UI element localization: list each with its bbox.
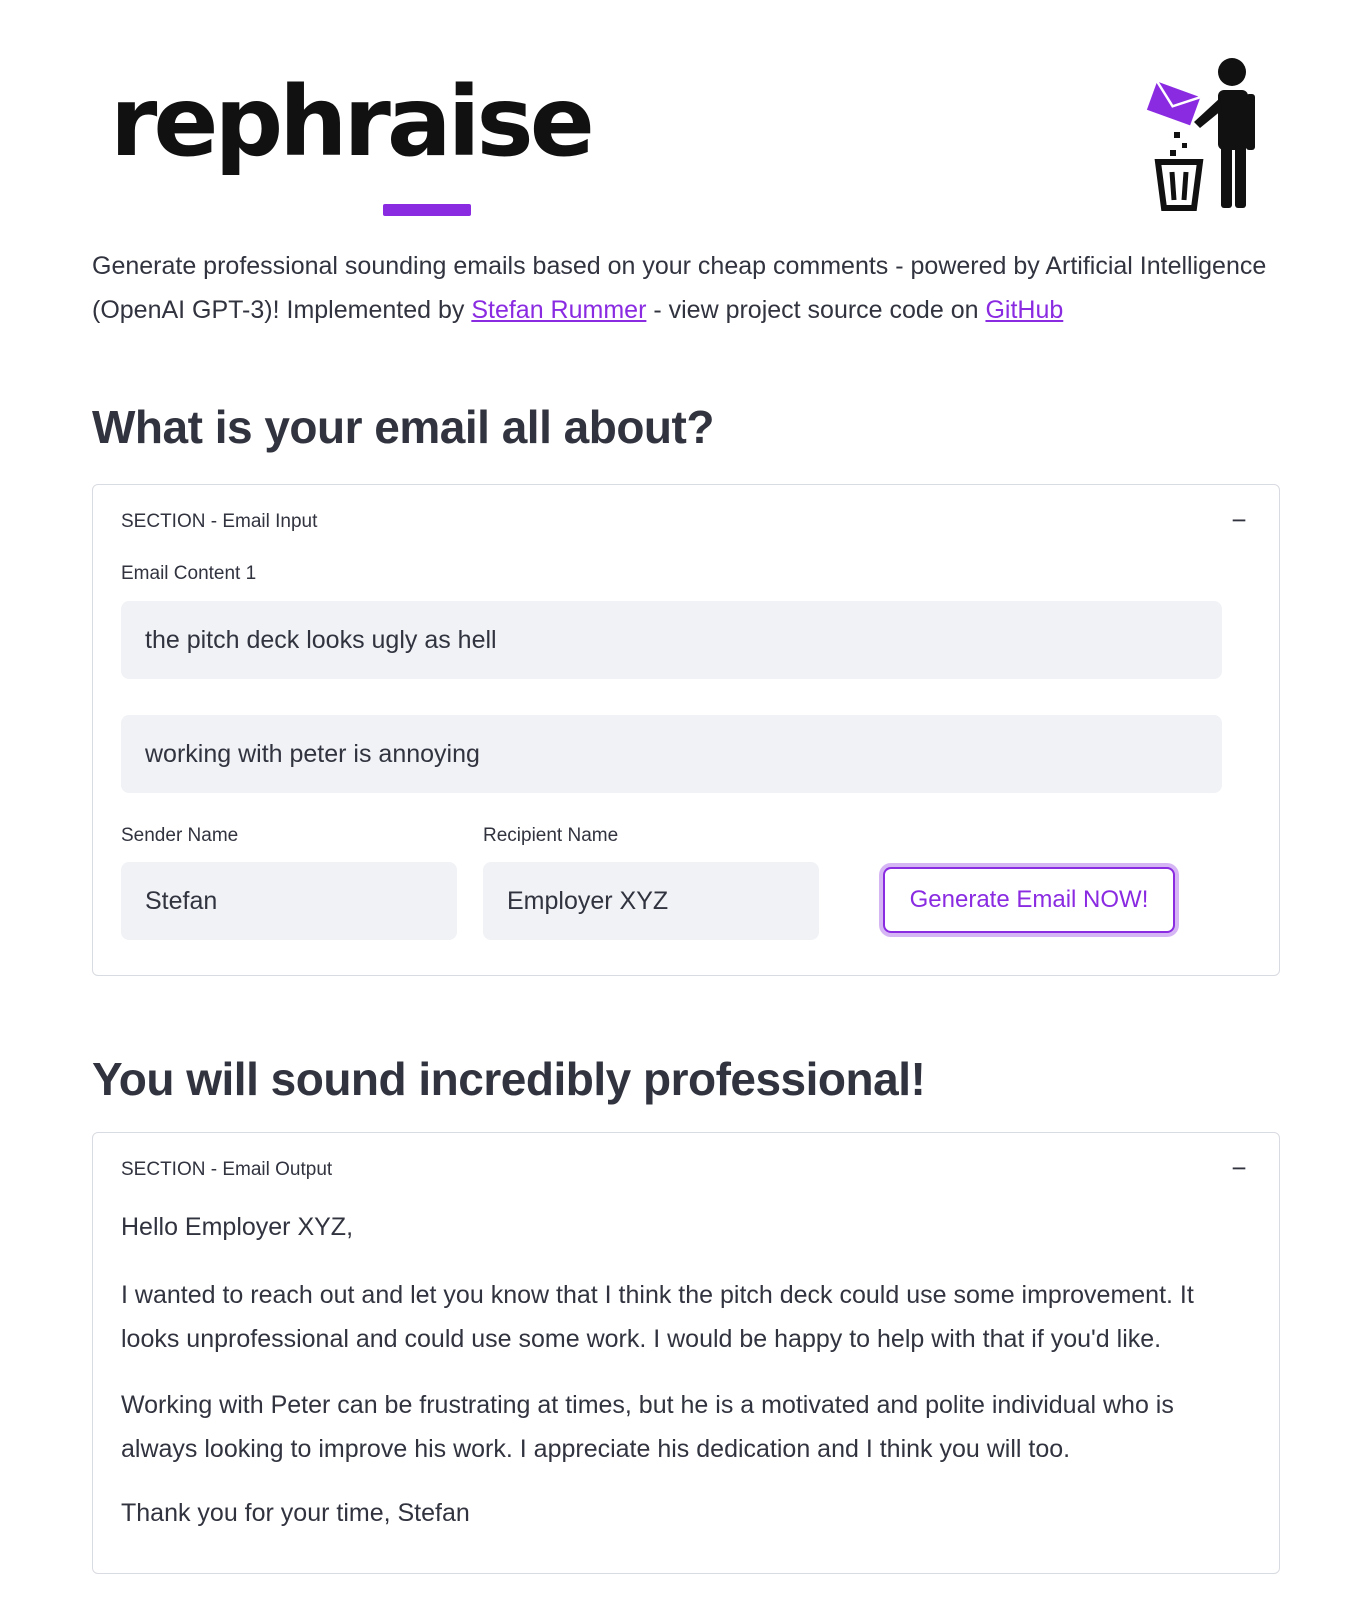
email-greeting: Hello Employer XYZ,: [121, 1213, 354, 1241]
recipient-name-input[interactable]: Employer XYZ: [483, 862, 819, 940]
sender-name-input[interactable]: Stefan: [121, 862, 457, 940]
email-input-section: SECTION - Email Input − Email Content 1 …: [92, 484, 1280, 976]
intro-description: Generate professional sounding emails ba…: [92, 244, 1282, 332]
email-input-section-title[interactable]: SECTION - Email Input: [121, 511, 317, 533]
author-link[interactable]: Stefan Rummer: [471, 296, 646, 324]
email-output-section: SECTION - Email Output − Hello Employer …: [92, 1132, 1280, 1574]
intro-text-2: - view project source code on: [646, 296, 986, 324]
input-heading: What is your email all about?: [92, 401, 714, 453]
email-paragraph-1: I wanted to reach out and let you know t…: [121, 1281, 1194, 1353]
email-content-2-input[interactable]: working with peter is annoying: [121, 715, 1222, 793]
email-closing: Thank you for your time, Stefan: [121, 1499, 470, 1527]
person-throwing-email-in-trash-icon: [1122, 50, 1282, 220]
page: rephraise Generate professional sounding…: [0, 0, 1372, 1610]
email-output-section-title[interactable]: SECTION - Email Output: [121, 1159, 332, 1181]
output-heading: You will sound incredibly professional!: [92, 1053, 926, 1105]
email-content-label: Email Content 1: [121, 563, 257, 584]
collapse-icon[interactable]: −: [1229, 1153, 1249, 1184]
generate-email-button[interactable]: Generate Email NOW!: [883, 867, 1175, 933]
github-link[interactable]: GitHub: [985, 296, 1063, 324]
collapse-icon[interactable]: −: [1229, 505, 1249, 536]
email-content-1-input[interactable]: the pitch deck looks ugly as hell: [121, 601, 1222, 679]
logo-text: rephraise: [110, 66, 595, 178]
recipient-name-label: Recipient Name: [483, 825, 619, 846]
email-paragraph-2: Working with Peter can be frustrating at…: [121, 1391, 1174, 1463]
logo: rephraise: [110, 66, 595, 216]
header: rephraise: [92, 40, 1282, 220]
logo-accent-underline: [383, 204, 471, 216]
sender-name-label: Sender Name: [121, 825, 239, 846]
